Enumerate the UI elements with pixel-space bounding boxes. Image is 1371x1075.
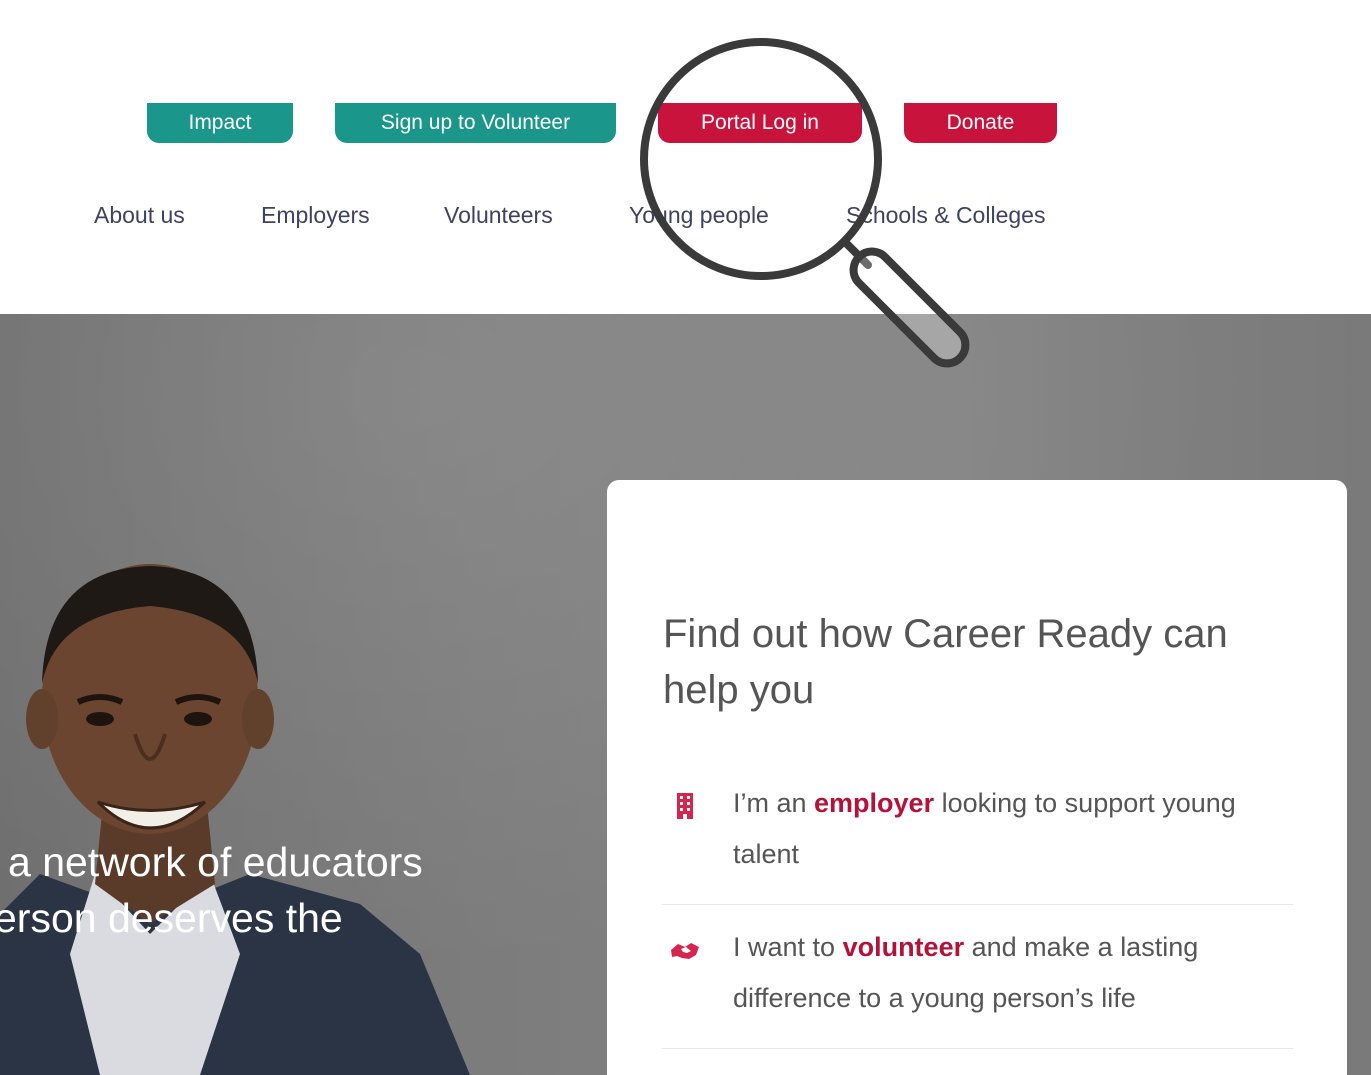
help-card: Find out how Career Ready can help you I…	[607, 480, 1347, 1075]
nav-item-about-us[interactable]: About us	[94, 198, 185, 232]
card-title: Find out how Career Ready can help you	[663, 612, 1228, 712]
donate-button[interactable]: Donate	[904, 103, 1057, 143]
nav-item-volunteers[interactable]: Volunteers	[444, 198, 553, 232]
employer-option-text: I’m an employer looking to support young…	[733, 778, 1303, 880]
hero-tagline-line-2: erson deserves the	[0, 895, 343, 941]
impact-button[interactable]: Impact	[147, 103, 293, 143]
hero-tagline: a network of educators erson deserves th…	[0, 834, 560, 946]
sign-up-volunteer-button[interactable]: Sign up to Volunteer	[335, 103, 616, 143]
main-nav: About us Employers Volunteers Young peop…	[0, 198, 1371, 232]
volunteer-highlight: volunteer	[842, 932, 965, 962]
volunteer-option-prefix: I want to	[733, 932, 843, 962]
nav-item-schools-colleges[interactable]: Schools & Colleges	[846, 198, 1045, 232]
portal-login-button[interactable]: Portal Log in	[658, 103, 862, 143]
volunteer-option-text: I want to volunteer and make a lasting d…	[733, 922, 1303, 1024]
handshake-icon	[671, 943, 699, 959]
building-icon	[677, 793, 693, 819]
hero-person-photo	[0, 564, 470, 1075]
employer-option[interactable]: I’m an employer looking to support young…	[661, 778, 1293, 905]
nav-item-young-people[interactable]: Young people	[629, 198, 769, 232]
volunteer-option[interactable]: I want to volunteer and make a lasting d…	[661, 922, 1293, 1049]
nav-item-employers[interactable]: Employers	[261, 198, 370, 232]
hero-tagline-line-1: a network of educators	[8, 839, 423, 885]
employer-highlight: employer	[814, 788, 935, 818]
employer-option-prefix: I’m an	[733, 788, 815, 818]
page: Impact Sign up to Volunteer Portal Log i…	[0, 0, 1371, 1075]
